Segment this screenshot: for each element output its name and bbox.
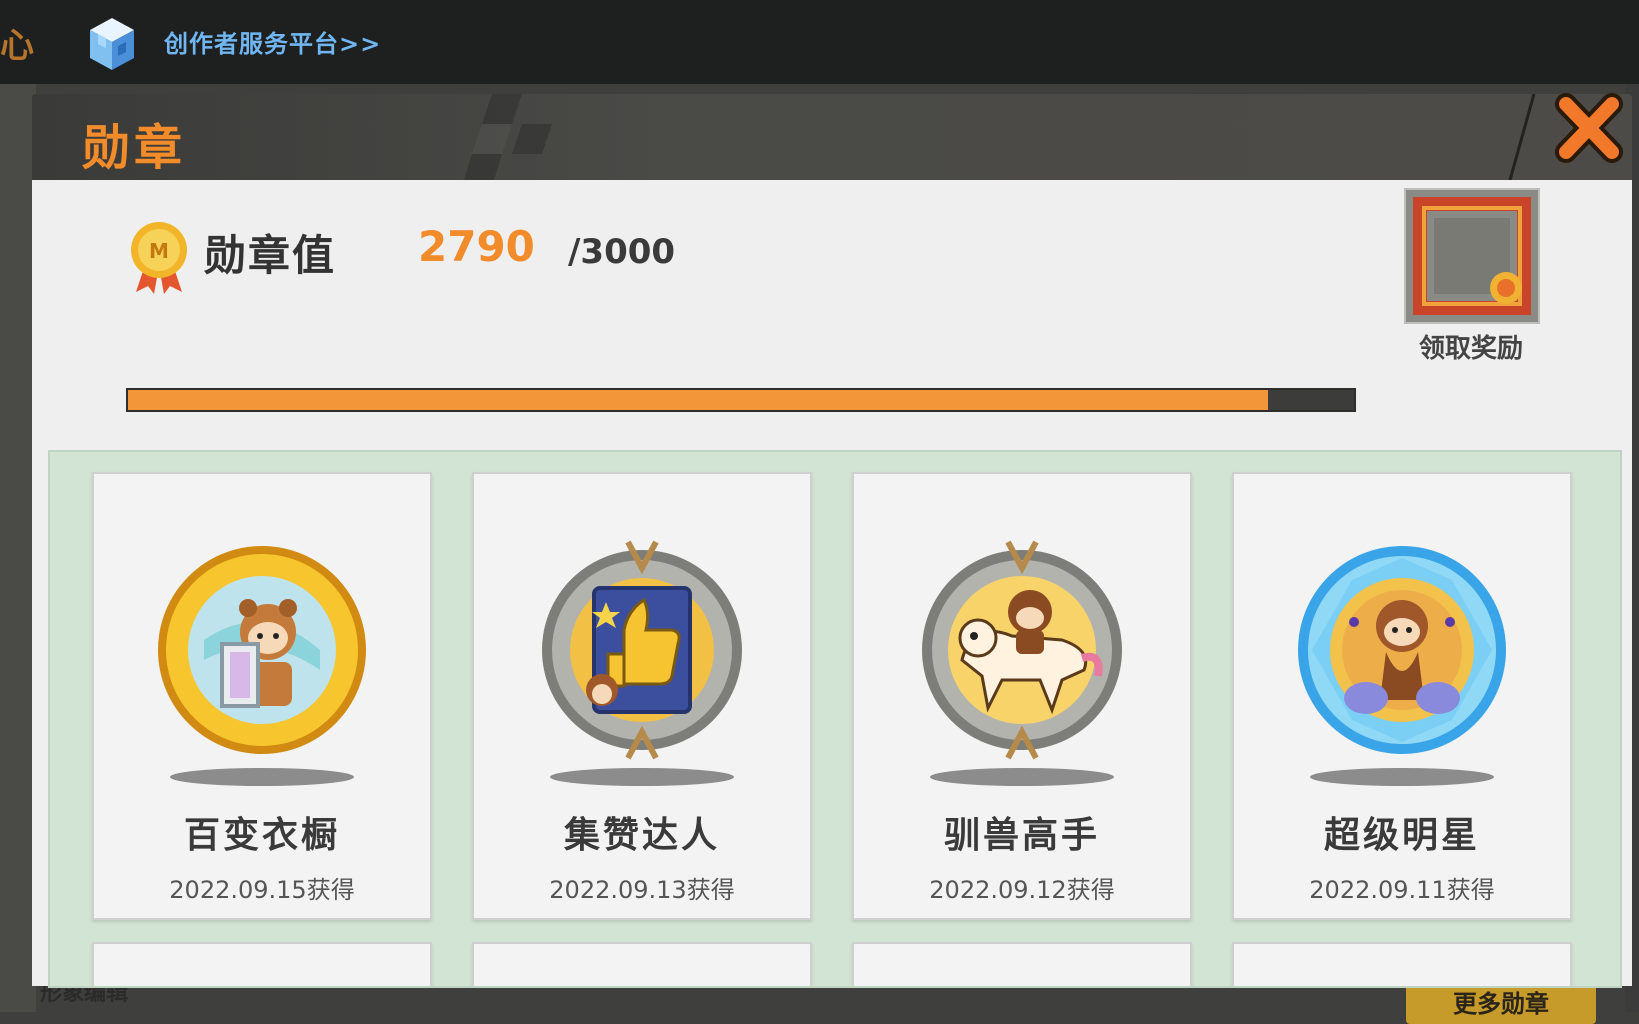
medal-card-placeholder — [1232, 942, 1572, 986]
medal-name: 百变衣橱 — [183, 815, 340, 856]
svg-text:M: M — [149, 239, 169, 263]
header-slash-decoration — [1508, 94, 1536, 180]
medal-card-placeholder — [472, 942, 812, 986]
wardrobe-gold-medal-icon — [158, 546, 366, 754]
medal-value-current: 2790 — [418, 222, 535, 271]
medal-date: 2022.09.11获得 — [1309, 876, 1495, 904]
medal-name: 集赞达人 — [563, 815, 720, 856]
medal-value-icon: M — [131, 222, 187, 294]
medal-name: 驯兽高手 — [943, 815, 1100, 856]
creator-cube-icon[interactable] — [88, 16, 136, 72]
medal-card-placeholder — [852, 942, 1192, 986]
medal-value-max: /3000 — [568, 232, 676, 272]
medal-date: 2022.09.13获得 — [549, 876, 735, 904]
medal-dialog: 勋章 M 勋章值 2790 /3000 领取奖励 百变衣橱 2022.09.15… — [32, 93, 1632, 988]
medal-date: 2022.09.12获得 — [929, 876, 1115, 904]
medal-shadow — [170, 768, 354, 786]
medal-shadow — [930, 768, 1114, 786]
top-bar-edge-text: 心 — [0, 26, 34, 66]
reward-frame-icon — [1406, 190, 1538, 322]
dialog-header: 勋章 — [32, 93, 1632, 180]
medal-grid: 百变衣橱 2022.09.15获得 集赞达人 2022.09.13获得 驯兽高手… — [48, 450, 1622, 988]
thumbs-up-stone-medal-icon — [542, 540, 742, 760]
top-bar: 心 创作者服务平台>> — [0, 0, 1639, 84]
medal-card[interactable]: 百变衣橱 2022.09.15获得 — [92, 472, 432, 920]
creator-platform-link[interactable]: 创作者服务平台>> — [164, 24, 381, 59]
more-medals-button[interactable]: 更多勋章 — [1406, 984, 1596, 1024]
medal-progress-fill — [128, 390, 1269, 410]
claim-reward-label[interactable]: 领取奖励 — [1406, 328, 1536, 365]
superstar-crystal-medal-icon — [1298, 546, 1506, 754]
header-decoration — [464, 94, 552, 180]
medal-date: 2022.09.15获得 — [169, 876, 355, 904]
medal-progress-bar — [126, 388, 1356, 412]
dialog-title: 勋章 — [82, 120, 187, 176]
medal-shadow — [550, 768, 734, 786]
close-x-icon[interactable] — [1552, 88, 1626, 168]
medal-value-label: 勋章值 — [204, 231, 337, 280]
medal-card[interactable]: 超级明星 2022.09.11获得 — [1232, 472, 1572, 920]
dialog-body: M 勋章值 2790 /3000 领取奖励 百变衣橱 2022.09.15获得 … — [32, 180, 1632, 988]
medal-name: 超级明星 — [1323, 815, 1480, 856]
beast-rider-stone-medal-icon — [922, 540, 1122, 760]
medal-card-placeholder — [92, 942, 432, 986]
medal-shadow — [1310, 768, 1494, 786]
reward-avatar-frame[interactable] — [1404, 188, 1540, 324]
medal-card[interactable]: 集赞达人 2022.09.13获得 — [472, 472, 812, 920]
medal-card[interactable]: 驯兽高手 2022.09.12获得 — [852, 472, 1192, 920]
background-left-panel — [0, 84, 36, 1012]
